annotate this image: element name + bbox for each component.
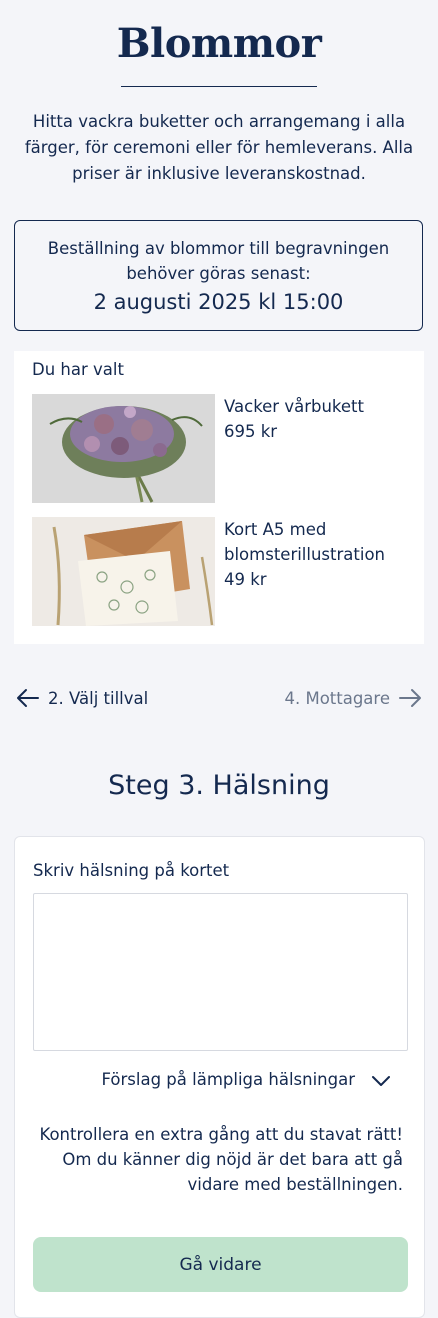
intro-text: Hitta vackra buketter och arrangemang i …: [24, 112, 414, 183]
selected-items-panel: Du har valt Vacker vårbukett 695 kr Kort…: [14, 351, 424, 644]
selected-item: Kort A5 med blomsterillustration 49 kr: [32, 517, 412, 627]
item-price: 695 kr: [224, 422, 278, 441]
arrow-left-icon: [16, 688, 40, 708]
spelling-note: Kontrollera en extra gång att du stavat …: [39, 1125, 403, 1194]
next-step-link[interactable]: 4. Mottagare: [284, 688, 422, 708]
selected-items-header: Du har valt: [32, 360, 124, 379]
greeting-card-panel: Skriv hälsning på kortet Förslag på lämp…: [14, 836, 425, 1318]
page-title: Blommor: [116, 20, 322, 67]
arrow-right-icon: [398, 688, 422, 708]
deadline-label: Beställning av blommor till begravningen…: [47, 239, 390, 283]
suggestions-toggle[interactable]: Förslag på lämpliga hälsningar: [102, 1070, 391, 1089]
selected-item-info: Vacker vårbukett 695 kr: [224, 394, 414, 444]
continue-button[interactable]: Gå vidare: [33, 1237, 408, 1292]
next-step-label: 4. Mottagare: [284, 688, 390, 708]
back-step-link[interactable]: 2. Välj tillval: [16, 688, 148, 708]
greeting-field-label: Skriv hälsning på kortet: [33, 861, 230, 880]
item-name: Vacker vårbukett: [224, 397, 364, 416]
selected-item: Vacker vårbukett 695 kr: [32, 394, 412, 504]
greeting-textarea[interactable]: [33, 893, 408, 1051]
item-name: Kort A5 med blomsterillustration: [224, 520, 386, 564]
title-divider: [121, 86, 317, 87]
bouquet-image: [32, 394, 215, 503]
chevron-down-icon: [371, 1073, 391, 1087]
step-heading: Steg 3. Hälsning: [108, 770, 330, 801]
deadline-box: Beställning av blommor till begravningen…: [14, 220, 423, 331]
suggestions-label: Förslag på lämpliga hälsningar: [101, 1070, 355, 1089]
card-image: [32, 517, 215, 626]
selected-item-info: Kort A5 med blomsterillustration 49 kr: [224, 517, 414, 592]
back-step-label: 2. Välj tillval: [48, 688, 149, 708]
item-price: 49 kr: [224, 570, 267, 589]
deadline-date: 2 augusti 2025 kl 15:00: [93, 290, 344, 314]
